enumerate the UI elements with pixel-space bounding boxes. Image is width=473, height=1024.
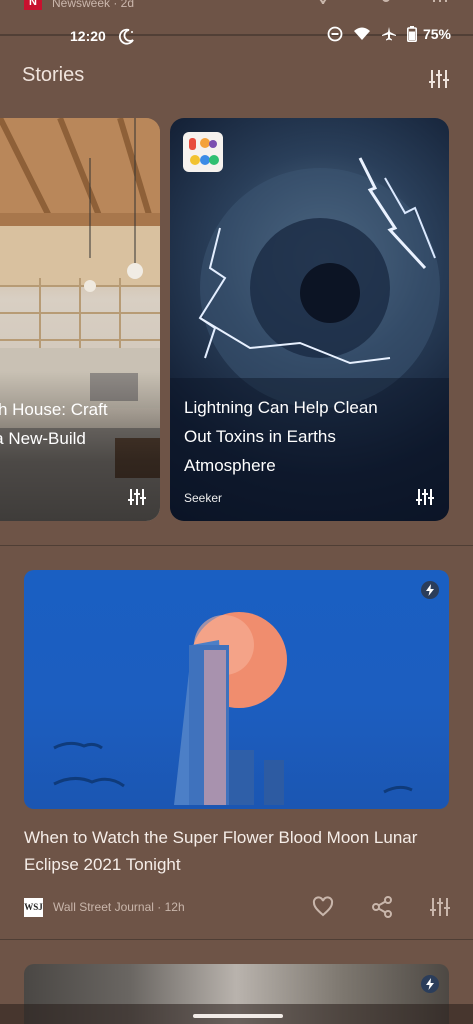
article-image[interactable] <box>24 570 449 809</box>
status-time: 12:20 <box>70 28 106 44</box>
status-icons: 75% <box>327 26 451 42</box>
share-icon[interactable] <box>371 896 393 918</box>
stories-heading: Stories <box>22 64 85 86</box>
section-divider <box>0 545 473 546</box>
article-headline[interactable]: When to Watch the Super Flower Blood Moo… <box>24 824 444 878</box>
wsj-logo: WSJ <box>24 898 43 917</box>
source-app-logo <box>183 132 223 172</box>
wifi-icon <box>353 27 370 40</box>
story-card-house[interactable]: ach House: Craft n a New-Build e <box>0 118 160 521</box>
headline-line: Out Toxins in Earths <box>184 427 336 446</box>
do-not-disturb-icon <box>327 26 343 42</box>
battery-icon <box>406 26 417 42</box>
share-icon[interactable] <box>372 0 392 6</box>
gesture-nav-handle[interactable] <box>193 1014 283 1018</box>
section-divider <box>0 939 473 940</box>
heart-icon[interactable] <box>313 0 333 6</box>
blood-moon-image <box>53 612 413 805</box>
newsweek-logo: N <box>24 0 42 10</box>
amp-badge <box>421 581 439 599</box>
bedtime-moon-icon <box>118 28 134 45</box>
airplane-icon <box>381 27 396 41</box>
previous-card-source: Newsweek · 2d <box>52 0 135 10</box>
headline-line: ach House: Craft <box>0 400 108 419</box>
tune-icon[interactable] <box>430 0 450 6</box>
headline-line: n a New-Build <box>0 429 86 448</box>
story-source: Seeker <box>184 491 223 505</box>
battery-percent: 75% <box>422 26 451 42</box>
headline-line: Atmosphere <box>184 456 276 475</box>
status-bar: 12:20 75% <box>0 18 473 58</box>
tune-icon[interactable] <box>128 488 146 506</box>
heart-icon[interactable] <box>312 896 334 918</box>
story-headline: ach House: Craft n a New-Build e <box>0 395 160 482</box>
tune-icon[interactable] <box>429 896 451 918</box>
headline-line: e <box>0 453 160 482</box>
amp-badge <box>421 975 439 993</box>
article-source-meta: Wall Street Journal · 12h <box>53 900 185 914</box>
story-headline: Lightning Can Help Clean Out Toxins in E… <box>184 393 434 480</box>
headline-line: Lightning Can Help Clean <box>184 398 378 417</box>
previous-card-footer: N Newsweek · 2d <box>0 0 473 20</box>
tune-icon[interactable] <box>416 488 434 506</box>
story-card-lightning[interactable]: Lightning Can Help Clean Out Toxins in E… <box>170 118 449 521</box>
stories-tune-icon[interactable] <box>428 68 450 90</box>
